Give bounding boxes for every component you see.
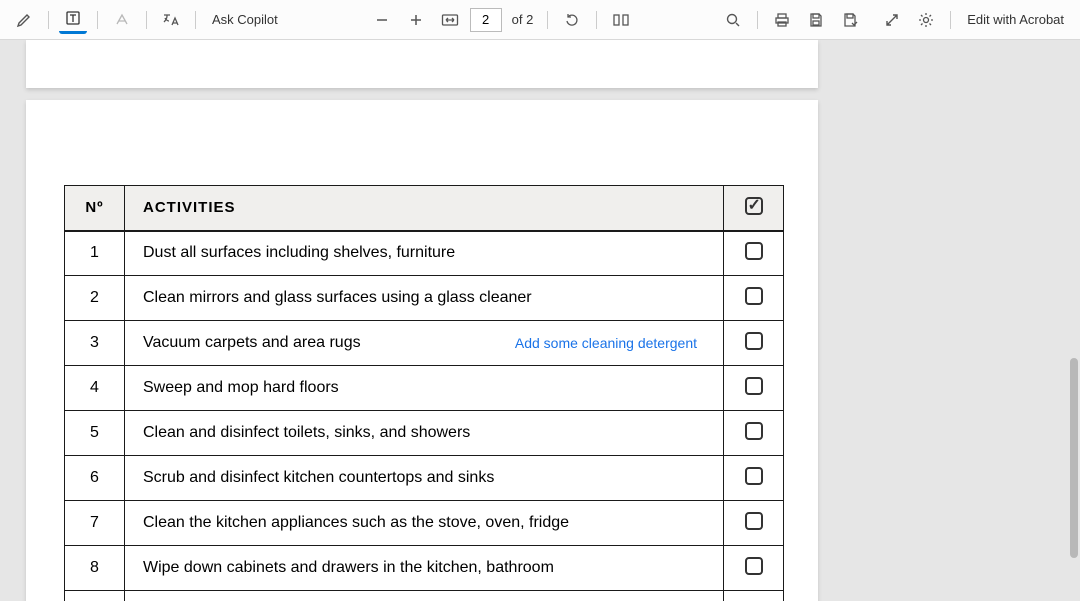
- row-activity: Clean mirrors and glass surfaces using a…: [125, 276, 724, 321]
- separator: [757, 11, 758, 29]
- row-number: 8: [65, 546, 125, 591]
- row-number: 3: [65, 321, 125, 366]
- separator: [195, 11, 196, 29]
- row-checkbox[interactable]: [724, 501, 784, 546]
- checkbox-icon: [745, 287, 763, 305]
- row-number: 7: [65, 501, 125, 546]
- separator: [48, 11, 49, 29]
- table-row: 5 Clean and disinfect toilets, sinks, an…: [65, 411, 784, 456]
- separator: [97, 11, 98, 29]
- save-as-icon[interactable]: [836, 6, 864, 34]
- row-activity: Wipe down cabinets and drawers in the ki…: [125, 546, 724, 591]
- row-number: 6: [65, 456, 125, 501]
- table-row: 1 Dust all surfaces including shelves, f…: [65, 231, 784, 276]
- row-checkbox[interactable]: [724, 591, 784, 601]
- checkbox-icon: [745, 242, 763, 260]
- row-checkbox[interactable]: [724, 411, 784, 456]
- header-number: Nº: [65, 186, 125, 231]
- checkbox-icon: [745, 332, 763, 350]
- settings-icon[interactable]: [912, 6, 940, 34]
- page-view-icon[interactable]: [607, 6, 635, 34]
- separator: [547, 11, 548, 29]
- header-activities: ACTIVITIES: [125, 186, 724, 231]
- table-row: 7 Clean the kitchen appliances such as t…: [65, 501, 784, 546]
- page-number-input[interactable]: [470, 8, 502, 32]
- row-activity: Dust all surfaces including shelves, fur…: [125, 231, 724, 276]
- edit-with-acrobat-button[interactable]: Edit with Acrobat: [961, 12, 1070, 27]
- row-checkbox[interactable]: [724, 366, 784, 411]
- pdf-toolbar: Ask Copilot of 2 Edit with Acrobat: [0, 0, 1080, 40]
- fit-width-icon[interactable]: [436, 6, 464, 34]
- print-icon[interactable]: [768, 6, 796, 34]
- document-viewport: Nº ACTIVITIES 1 Dust all surfaces includ…: [0, 40, 1080, 601]
- row-activity: Clean the kitchen appliances such as the…: [125, 501, 724, 546]
- row-number: 2: [65, 276, 125, 321]
- activities-table: Nº ACTIVITIES 1 Dust all surfaces includ…: [64, 185, 784, 601]
- row-number: 5: [65, 411, 125, 456]
- row-activity: Sweep and mop hard floors: [125, 366, 724, 411]
- text-select-icon[interactable]: [59, 6, 87, 34]
- pdf-page-1-bottom: [26, 40, 818, 88]
- pdf-page-2: Nº ACTIVITIES 1 Dust all surfaces includ…: [26, 100, 818, 601]
- row-number: 9: [65, 591, 125, 601]
- table-row: 2 Clean mirrors and glass surfaces using…: [65, 276, 784, 321]
- separator: [596, 11, 597, 29]
- translate-icon[interactable]: [157, 6, 185, 34]
- row-activity: Vacuum carpets and area rugsAdd some cle…: [125, 321, 724, 366]
- zoom-out-icon[interactable]: [368, 6, 396, 34]
- read-aloud-icon[interactable]: [108, 6, 136, 34]
- row-activity: Clean and disinfect toilets, sinks, and …: [125, 411, 724, 456]
- separator: [146, 11, 147, 29]
- checkbox-icon: [745, 512, 763, 530]
- vertical-scrollbar[interactable]: [1070, 358, 1078, 558]
- row-checkbox[interactable]: [724, 231, 784, 276]
- table-header-row: Nº ACTIVITIES: [65, 186, 784, 231]
- table-row: 8 Wipe down cabinets and drawers in the …: [65, 546, 784, 591]
- checkbox-checked-icon: [745, 197, 763, 215]
- row-checkbox[interactable]: [724, 276, 784, 321]
- draw-icon[interactable]: [10, 6, 38, 34]
- row-number: 1: [65, 231, 125, 276]
- table-row: 3 Vacuum carpets and area rugsAdd some c…: [65, 321, 784, 366]
- comment-annotation[interactable]: Add some cleaning detergent: [515, 335, 697, 351]
- row-checkbox[interactable]: [724, 546, 784, 591]
- separator: [950, 11, 951, 29]
- search-icon[interactable]: [719, 6, 747, 34]
- ask-copilot-button[interactable]: Ask Copilot: [206, 12, 284, 27]
- rotate-icon[interactable]: [558, 6, 586, 34]
- row-checkbox[interactable]: [724, 321, 784, 366]
- row-number: 4: [65, 366, 125, 411]
- checkbox-icon: [745, 467, 763, 485]
- table-row: 9 Clean and disinfect light switches, do…: [65, 591, 784, 601]
- checkbox-icon: [745, 557, 763, 575]
- save-icon[interactable]: [802, 6, 830, 34]
- table-row: 4 Sweep and mop hard floors: [65, 366, 784, 411]
- checkbox-icon: [745, 422, 763, 440]
- page-total-label: of 2: [508, 12, 538, 27]
- checkbox-icon: [745, 377, 763, 395]
- fullscreen-icon[interactable]: [878, 6, 906, 34]
- zoom-in-icon[interactable]: [402, 6, 430, 34]
- table-row: 6 Scrub and disinfect kitchen countertop…: [65, 456, 784, 501]
- row-activity: Clean and disinfect light switches, door…: [125, 591, 724, 601]
- row-activity: Scrub and disinfect kitchen countertops …: [125, 456, 724, 501]
- row-checkbox[interactable]: [724, 456, 784, 501]
- header-checkbox: [724, 186, 784, 231]
